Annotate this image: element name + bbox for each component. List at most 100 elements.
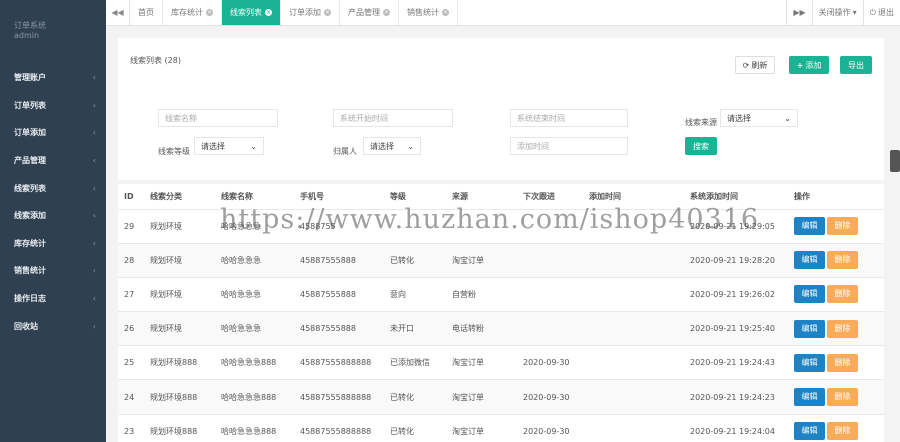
table-cell: 25 (118, 345, 144, 381)
close-icon[interactable]: × (206, 9, 213, 16)
start-time-input[interactable]: 系统开始时间 (333, 109, 453, 127)
close-icon[interactable]: × (442, 9, 449, 16)
add-time-input[interactable]: 添加时间 (510, 137, 628, 155)
table-row: 28 规划环境 哈哈急急急 45887555888 已转化 淘宝订单 2020-09-21 … (118, 243, 884, 278)
add-button[interactable]: + 添加 (789, 56, 829, 74)
sidebar-item[interactable]: 线索添加 ‹ (0, 202, 106, 230)
source-select[interactable]: 请选择 ⌄ (720, 109, 798, 127)
close-icon[interactable]: × (383, 9, 390, 16)
table-row: 27 规划环境 哈哈急急急 45887555888 意向 自营粉 2020-09-21 19… (118, 277, 884, 313)
table-cell (384, 209, 446, 244)
table-cell: 2020-09-30 (517, 379, 583, 415)
table-cell: 哈哈急急急 (215, 311, 294, 347)
table-cell (517, 243, 583, 278)
column-header: ID (118, 184, 144, 210)
actions-cell: 编辑 删除 (788, 311, 884, 347)
table-cell: 自营粉 (446, 277, 517, 313)
tab-label: 首页 (138, 8, 154, 17)
table-cell (517, 209, 583, 244)
table-header: ID 线索分类 线索名称 手机号 等级 来源 下次跟进 添加时间 系统添加时间 操作 (118, 184, 884, 210)
tab-scroll-right-icon[interactable]: ▶▶ (786, 0, 811, 25)
tab[interactable]: 线索列表 × (222, 0, 281, 25)
table-cell: 哈哈急急急888 (215, 379, 294, 415)
export-label: 导出 (848, 60, 864, 70)
column-header: 添加时间 (583, 184, 684, 210)
chevron-down-icon: ⌄ (784, 113, 791, 123)
end-time-input[interactable]: 系统结束时间 (510, 109, 628, 127)
sidebar-item[interactable]: 销售统计 ‹ (0, 257, 106, 285)
edit-button[interactable]: 编辑 (794, 319, 825, 338)
table-cell (583, 414, 684, 442)
close-icon[interactable]: × (265, 9, 272, 16)
owner-select[interactable]: 请选择 ⌄ (363, 137, 421, 155)
edit-button[interactable]: 编辑 (794, 285, 825, 304)
level-select[interactable]: 请选择 ⌄ (194, 137, 264, 155)
tab[interactable]: 首页 (130, 0, 163, 25)
sidebar-item[interactable]: 库存统计 ‹ (0, 230, 106, 258)
table-cell (583, 379, 684, 415)
sidebar-item-label: 订单列表 (14, 100, 46, 110)
source-select-value: 请选择 (727, 113, 751, 123)
delete-button[interactable]: 删除 (827, 251, 858, 270)
sidebar-item[interactable]: 订单添加 ‹ (0, 119, 106, 147)
brand-user: admin (14, 31, 40, 40)
tab-scroll-left-icon[interactable]: ◀◀ (106, 0, 130, 25)
logout-button[interactable]: ⏻ 退出 (862, 0, 900, 25)
tab-bar-actions: ▶▶ 关闭操作 ▾ ⏻ 退出 (786, 0, 900, 25)
sidebar-item[interactable]: 管理账户 ‹ (0, 64, 106, 92)
sidebar-item-label: 回收站 (14, 321, 38, 331)
table-cell: 电话转粉 (446, 311, 517, 347)
table-cell: 已转化 (384, 414, 446, 442)
tab[interactable]: 产品管理 × (340, 0, 399, 25)
delete-button[interactable]: 删除 (827, 353, 858, 372)
tab[interactable]: 销售统计 × (399, 0, 458, 25)
column-header: 来源 (446, 184, 517, 210)
chevron-left-icon: ‹ (92, 238, 96, 248)
chevron-down-icon: ⌄ (250, 141, 257, 151)
sidebar-item[interactable]: 回收站 ‹ (0, 312, 106, 340)
table-cell: 2020-09-21 19:24:04 (684, 414, 788, 442)
tab[interactable]: 订单添加 × (281, 0, 340, 25)
table-cell: 28 (118, 243, 144, 278)
delete-button[interactable]: 删除 (827, 285, 858, 304)
table-cell: 2020-09-21 19:24:23 (684, 379, 788, 415)
page-title: 线索列表 (28) (130, 56, 181, 65)
refresh-button[interactable]: ⟳ 刷新 (735, 56, 775, 74)
delete-button[interactable]: 删除 (827, 319, 858, 338)
edit-button[interactable]: 编辑 (794, 422, 825, 441)
table-row: 23 规划环境888 哈哈急急急888 45887555888888 已转化 淘宝订单 20… (118, 414, 884, 442)
edit-button[interactable]: 编辑 (794, 217, 825, 236)
close-icon[interactable]: × (324, 9, 331, 16)
table-row: 24 规划环境888 哈哈急急急888 45887555888888 已转化 淘宝订单 20… (118, 379, 884, 415)
delete-button[interactable]: 删除 (827, 217, 858, 236)
sidebar-item[interactable]: 订单列表 ‹ (0, 92, 106, 120)
sidebar-item[interactable]: 操作日志 ‹ (0, 285, 106, 313)
edit-button[interactable]: 编辑 (794, 388, 825, 407)
delete-button[interactable]: 删除 (827, 422, 858, 441)
table-cell: 2020-09-21 19:28:20 (684, 243, 788, 278)
actions-cell: 编辑 删除 (788, 345, 884, 381)
table-cell: 45887555888888 (294, 379, 384, 415)
close-operations-button[interactable]: 关闭操作 ▾ (811, 0, 863, 25)
caret-down-icon: ▾ (852, 8, 857, 17)
tab-bar: ◀◀ 首页 库存统计 × 线索列表 × 订单添加 × 产品管理 × 销售统计 × ▶▶ 关闭操作 ▾… (106, 0, 900, 26)
tab[interactable]: 库存统计 × (163, 0, 222, 25)
table-cell: 淘宝订单 (446, 243, 517, 278)
delete-button[interactable]: 删除 (827, 388, 858, 407)
table-cell: 45887555888 (294, 311, 384, 347)
sidebar-item-label: 操作日志 (14, 294, 46, 304)
table-cell: 23 (118, 414, 144, 442)
search-button[interactable]: 搜索 (685, 137, 717, 155)
sidebar-item[interactable]: 产品管理 ‹ (0, 147, 106, 175)
scrollbar-handle[interactable] (890, 150, 900, 172)
export-button[interactable]: 导出 (840, 56, 872, 74)
sidebar-item[interactable]: 线索列表 ‹ (0, 174, 106, 202)
edit-button[interactable]: 编辑 (794, 353, 825, 372)
edit-button[interactable]: 编辑 (794, 251, 825, 270)
column-header: 线索分类 (144, 184, 215, 210)
tab-label: 销售统计 (407, 8, 439, 17)
table-cell: 规划环境888 (144, 379, 215, 415)
clue-name-input[interactable]: 线索名称 (158, 109, 278, 127)
refresh-icon: ⟳ (742, 60, 750, 70)
table-cell: 45887555888 (294, 243, 384, 278)
